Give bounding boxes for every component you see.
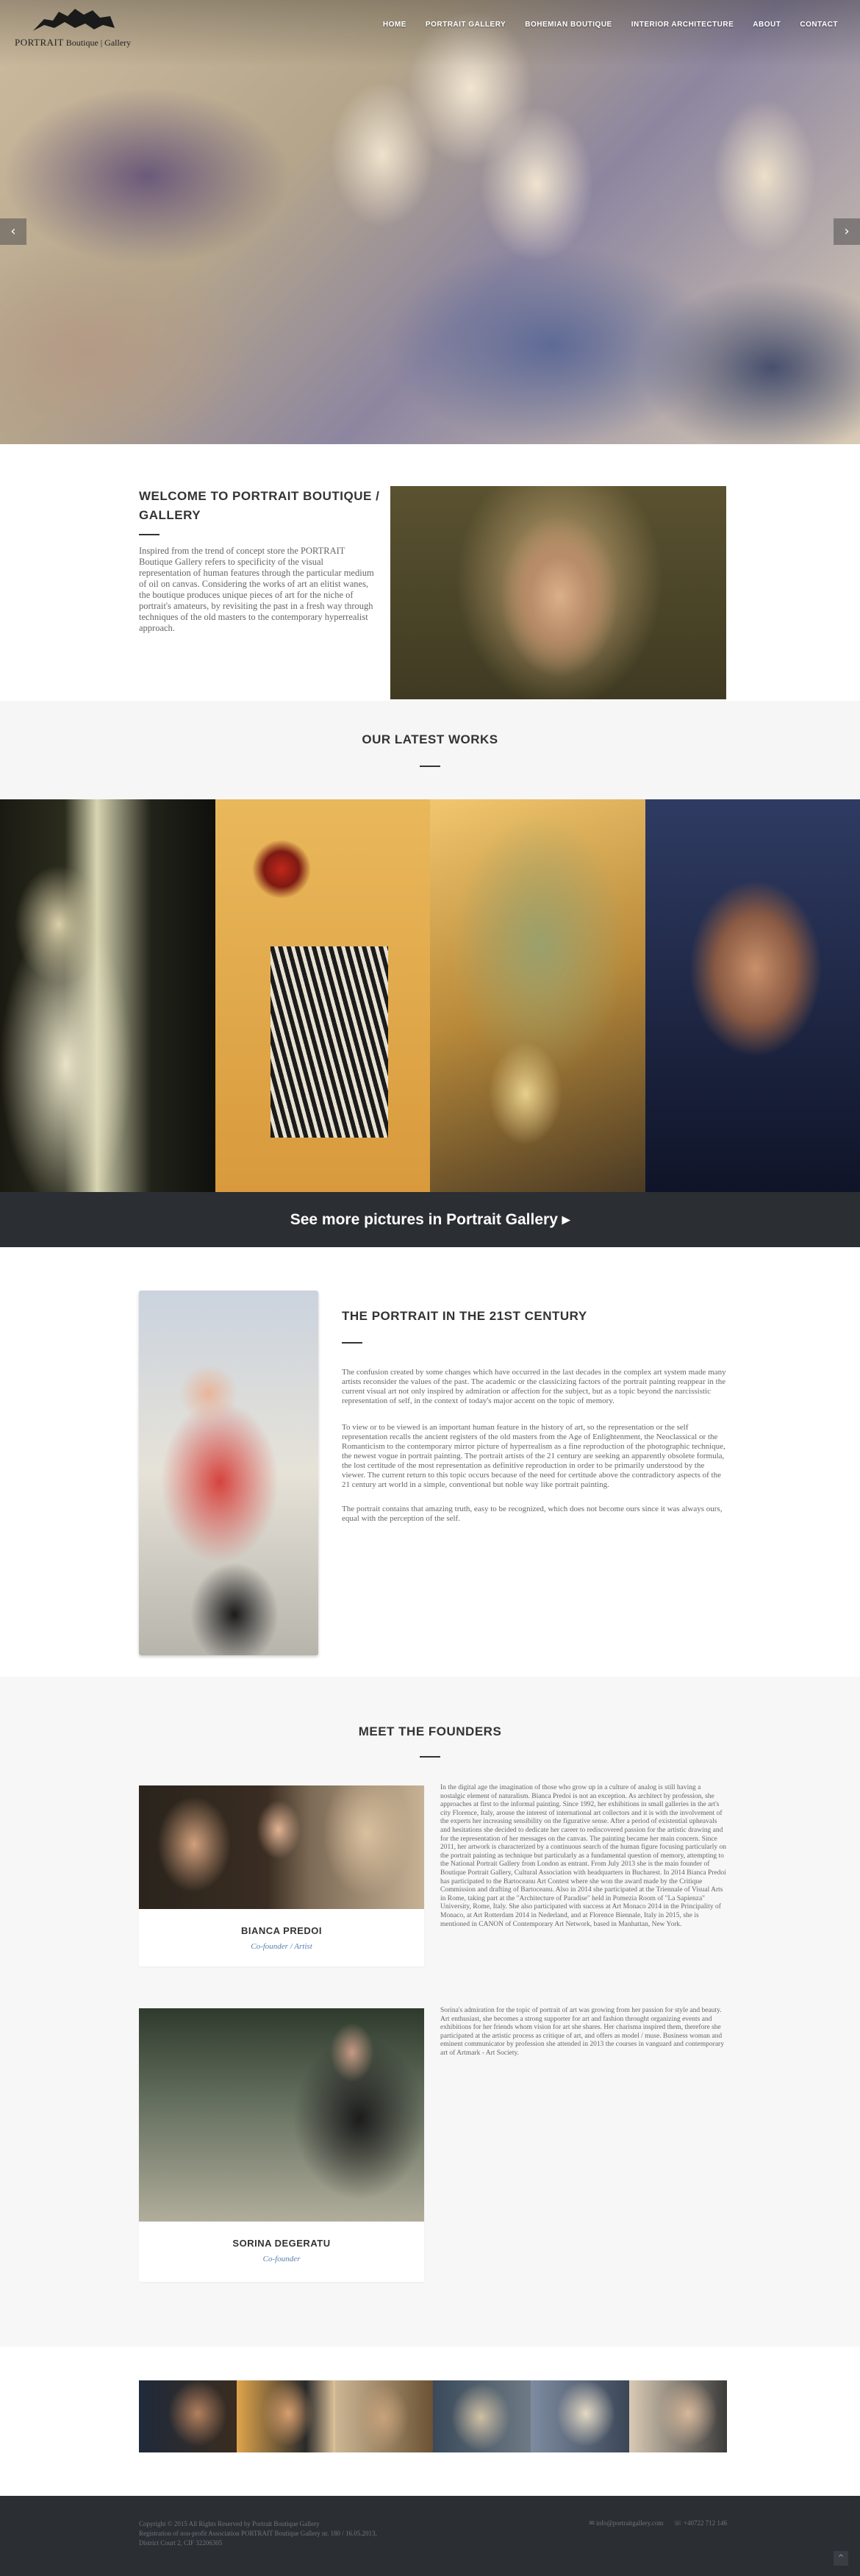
thumbnail-image[interactable] — [628, 2380, 727, 2452]
welcome-text: Inspired from the trend of concept store… — [139, 546, 374, 633]
founder-role: Co-founder / Artist — [251, 1942, 312, 1951]
main-nav: HOME PORTRAIT GALLERY BOHEMIAN BOUTIQUE … — [383, 21, 838, 29]
child-portrait-image — [139, 1291, 318, 1655]
footer-registration: Registration of non-profit Association P… — [139, 2530, 377, 2537]
thumbnail-image[interactable] — [334, 2380, 433, 2452]
welcome-divider — [139, 534, 160, 535]
thumbnail-image[interactable] — [432, 2380, 531, 2452]
founder-card: BIANCA PREDOI Co-founder / Artist — [139, 1785, 424, 1966]
footer-copyright: Copyright © 2015 All Rights Reserved by … — [139, 2520, 320, 2527]
gallery-image[interactable] — [645, 799, 860, 1192]
century-paragraph: The confusion created by some changes wh… — [342, 1368, 726, 1405]
gallery-image[interactable] — [0, 799, 215, 1192]
latest-works-gallery — [0, 799, 860, 1192]
logo-subtitle: Boutique | Gallery — [65, 38, 132, 48]
founder-card: SORINA DEGERATU Co-founder — [139, 2008, 424, 2282]
back-to-top-icon[interactable]: ^ — [834, 2551, 848, 2566]
hero-overlay — [0, 0, 860, 444]
logo-title: PORTRAIT — [15, 37, 64, 48]
founder-photo — [139, 1785, 424, 1909]
gallery-image[interactable] — [430, 799, 645, 1192]
slider-next-arrow-icon[interactable]: › — [834, 218, 860, 245]
footer-contact: ✉ info@portraitgallery.com ☏ +40722 712 … — [589, 2519, 727, 2527]
site-footer: Copyright © 2015 All Rights Reserved by … — [0, 2496, 860, 2576]
footer-legal: Copyright © 2015 All Rights Reserved by … — [139, 2519, 377, 2548]
thumbnail-image[interactable] — [139, 2380, 237, 2452]
founder-bio: In the digital age the imagination of th… — [440, 1784, 727, 1928]
founder-bio: Sorina's admiration for the topic of por… — [440, 2007, 724, 2057]
nav-home[interactable]: HOME — [383, 21, 406, 29]
nav-portrait-gallery[interactable]: PORTRAIT GALLERY — [426, 21, 506, 29]
founders-section — [0, 1677, 860, 2347]
nav-about[interactable]: ABOUT — [753, 21, 781, 29]
century-title: THE PORTRAIT IN THE 21ST CENTURY — [342, 1309, 587, 1323]
logo-text: PORTRAIT Boutique | Gallery — [15, 37, 131, 49]
century-paragraph: To view or to be viewed is an important … — [342, 1423, 725, 1489]
founder-name: BIANCA PREDOI — [240, 1925, 323, 1936]
slider-prev-arrow-icon[interactable]: ‹ — [0, 218, 26, 245]
founders-title: MEET THE FOUNDERS — [358, 1724, 502, 1738]
century-paragraph: The portrait contains that amazing truth… — [342, 1505, 723, 1523]
founder-photo — [139, 2008, 424, 2222]
nav-bohemian-boutique[interactable]: BOHEMIAN BOUTIQUE — [525, 21, 612, 29]
century-divider — [342, 1342, 362, 1344]
gallery-image[interactable] — [215, 799, 430, 1192]
footer-address: District Court 2, CIF 32206305 — [139, 2539, 223, 2547]
thumbnail-strip — [139, 2380, 727, 2452]
founders-divider — [420, 1756, 440, 1758]
footer-email-link[interactable]: ✉ info@portraitgallery.com — [589, 2519, 663, 2527]
hero-slider: PORTRAIT Boutique | Gallery HOME PORTRAI… — [0, 0, 860, 444]
nav-interior-architecture[interactable]: INTERIOR ARCHITECTURE — [631, 21, 734, 29]
logo-horses-icon — [33, 9, 115, 31]
founder-name: SORINA DEGERATU — [232, 2238, 331, 2249]
see-more-label: See more pictures in Portrait Gallery — [290, 1211, 558, 1228]
latest-works-title: OUR LATEST WORKS — [362, 732, 498, 746]
welcome-portrait-image — [390, 486, 726, 699]
welcome-title: WELCOME TO PORTRAIT BOUTIQUE / GALLERY — [139, 489, 380, 522]
site-logo[interactable]: PORTRAIT Boutique | Gallery — [15, 6, 131, 50]
nav-contact[interactable]: CONTACT — [800, 21, 838, 29]
latest-works-band — [0, 701, 860, 799]
footer-phone: ☏ +40722 712 146 — [673, 2519, 727, 2527]
thumbnail-image[interactable] — [237, 2380, 335, 2452]
chevron-right-icon: ▸ — [562, 1211, 570, 1228]
latest-works-divider — [420, 766, 440, 767]
founder-role: Co-founder — [262, 2255, 301, 2263]
thumbnail-image[interactable] — [531, 2380, 629, 2452]
see-more-gallery-button[interactable]: See more pictures in Portrait Gallery ▸ — [0, 1192, 860, 1247]
